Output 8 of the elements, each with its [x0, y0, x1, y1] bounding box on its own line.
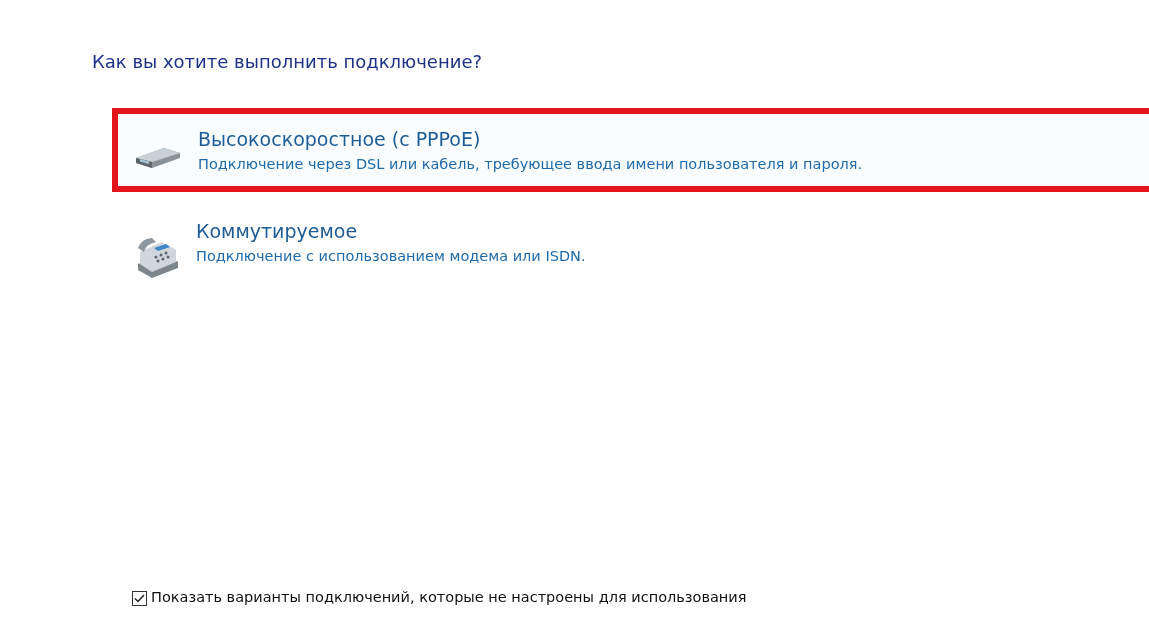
connection-option[interactable]: Высокоскоростное (с PPPoE) Подключение через DSL или кабель, требующее ввода имени пользователя и пароля.	[112, 108, 1149, 192]
option-title: Коммутируемое	[196, 219, 359, 244]
checkbox-label: Показать варианты подключений, которые не настроены для использования	[151, 588, 747, 608]
option-description: Подключение через DSL или кабель, требующее ввода имени пользователя и пароля.	[198, 155, 863, 174]
checkbox[interactable]	[132, 590, 147, 606]
option-title: Высокоскоростное (с PPPoE)	[198, 127, 482, 152]
page-heading: Как вы хотите выполнить подключение?	[92, 50, 484, 74]
option-description: Подключение с использованием модема или ISDN.	[196, 247, 586, 266]
